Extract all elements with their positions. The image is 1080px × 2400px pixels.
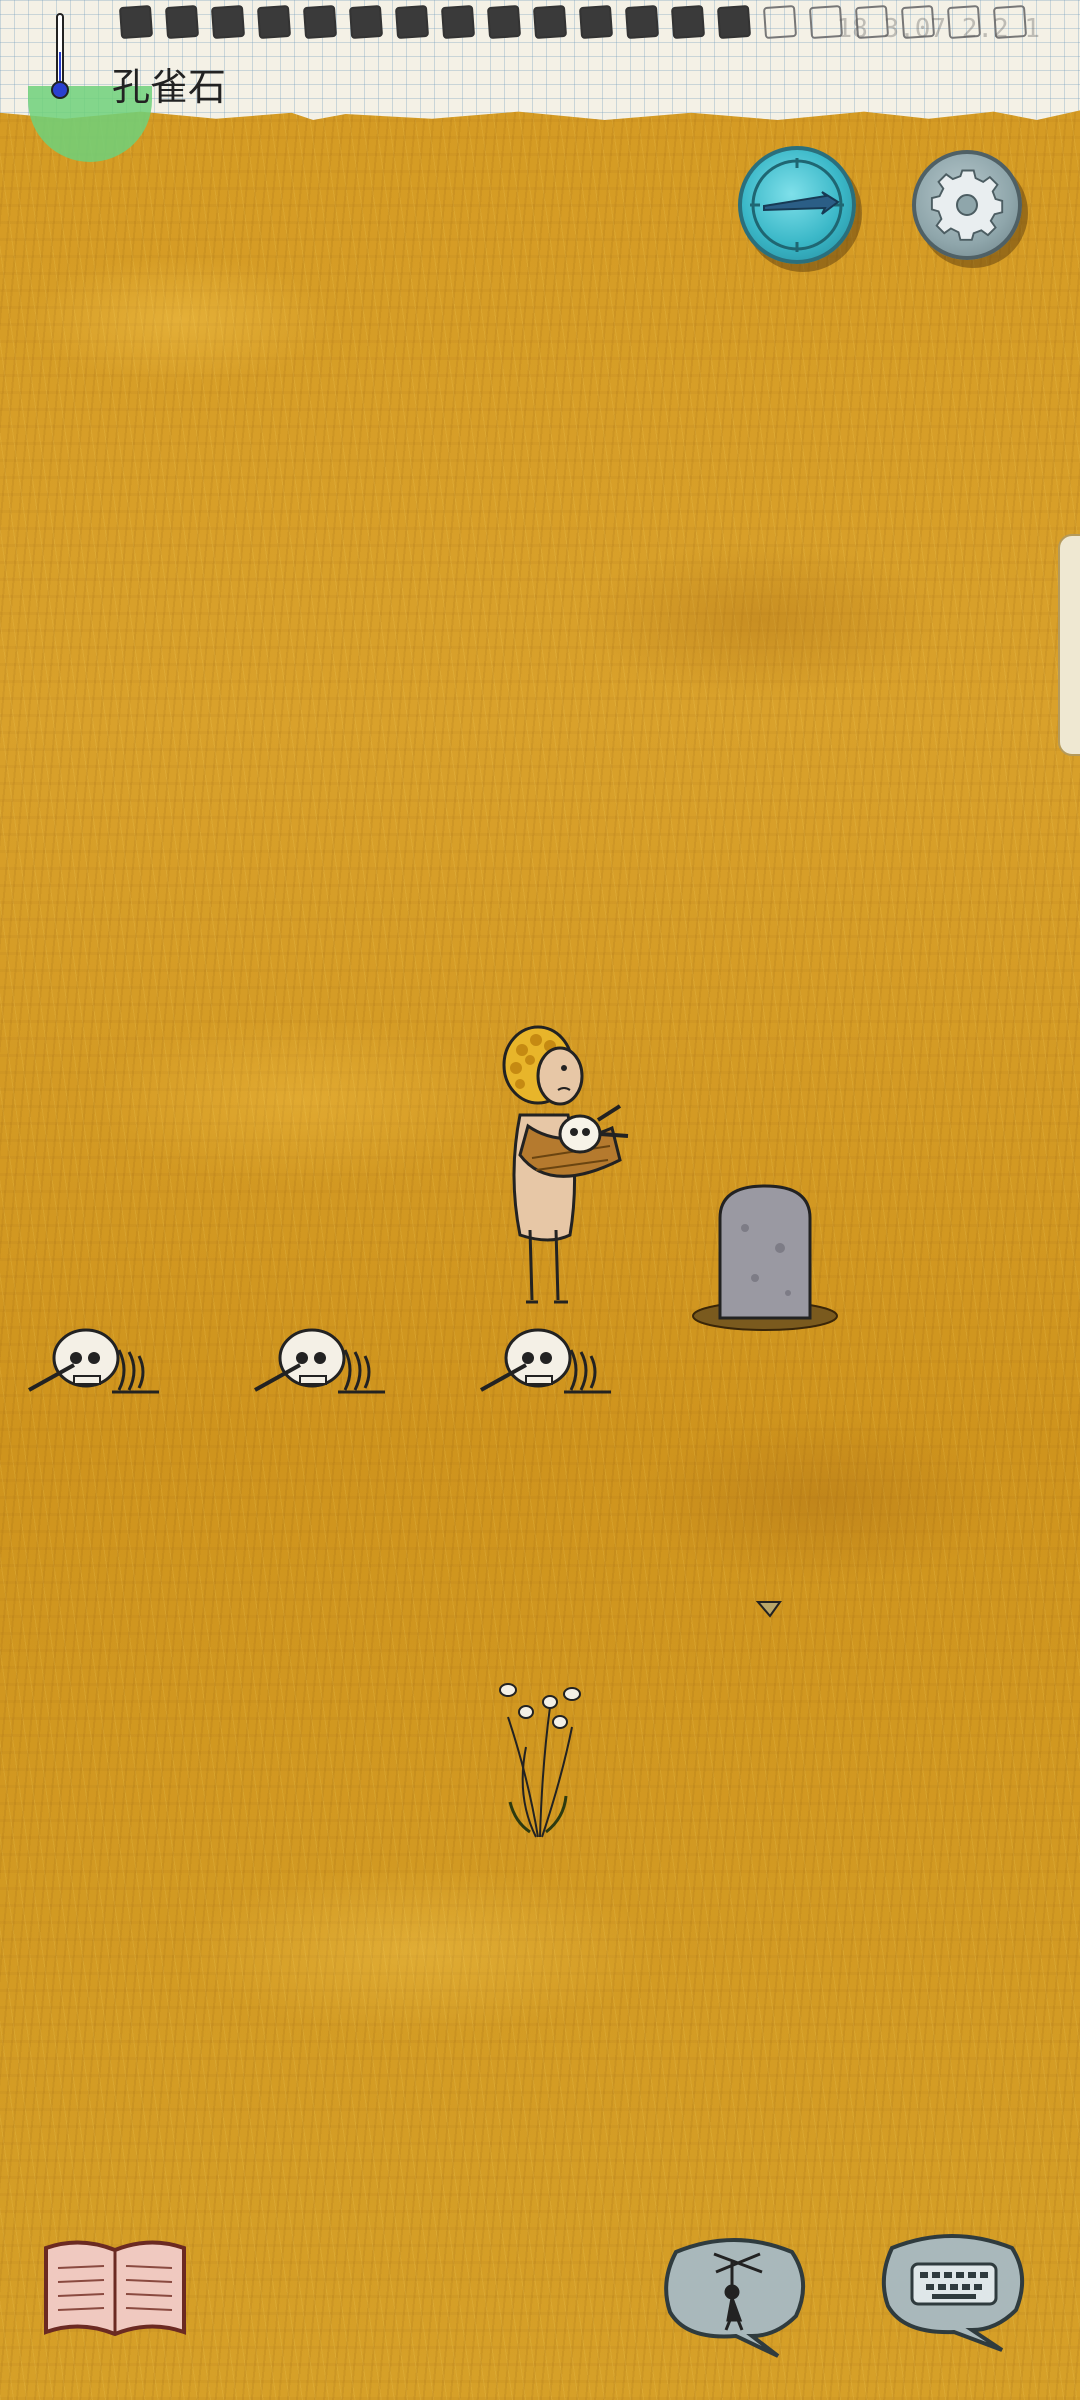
skeleton-remains[interactable] [476, 1320, 616, 1400]
tech-book-button[interactable] [40, 2236, 190, 2340]
thermometer-icon [51, 13, 69, 99]
food-pip-filled [348, 4, 384, 40]
keyboard-icon [910, 2262, 998, 2306]
food-pip-filled [164, 4, 200, 40]
gravestone[interactable] [690, 1178, 840, 1338]
keyboard-button[interactable] [874, 2226, 1032, 2354]
food-pip-filled [256, 4, 292, 40]
game-world[interactable]: 孔雀石 18 3.07 2.2 1 [0, 0, 1080, 2400]
emote-button[interactable] [656, 2232, 814, 2360]
food-pip-filled [486, 4, 522, 40]
location-label: 孔雀石 [112, 65, 227, 109]
food-pip-filled [302, 4, 338, 40]
food-pip-filled [118, 4, 154, 40]
food-pip-filled [578, 4, 614, 40]
food-pip-filled [440, 4, 476, 40]
food-pip-filled [210, 4, 246, 40]
compass-button[interactable] [738, 146, 856, 264]
food-pip-filled [394, 4, 430, 40]
book-icon [44, 2240, 186, 2337]
compass-icon [750, 158, 844, 252]
small-stone[interactable] [756, 1598, 782, 1620]
skeleton-remains[interactable] [250, 1320, 390, 1400]
food-pip-filled [624, 4, 660, 40]
side-drawer-tab[interactable] [1058, 534, 1080, 756]
skeleton-remains[interactable] [24, 1320, 164, 1400]
food-pip-filled [532, 4, 568, 40]
food-pip-filled [716, 4, 752, 40]
age-readout: 18 3.07 2.2 1 [836, 14, 1041, 44]
food-pip-empty [762, 4, 798, 40]
gear-icon [930, 169, 1004, 241]
food-pip-filled [670, 4, 706, 40]
settings-button[interactable] [912, 150, 1022, 260]
milkweed-plant[interactable] [490, 1672, 590, 1842]
player-character[interactable] [480, 1020, 640, 1320]
